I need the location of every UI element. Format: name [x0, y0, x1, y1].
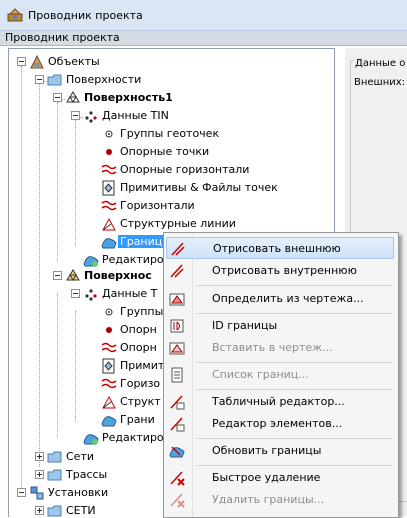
menu-item-table-editor[interactable]: Табличный редактор...	[166, 391, 394, 413]
tin-surface-icon	[66, 91, 80, 103]
boundary-icon	[101, 416, 117, 427]
tree-label: Грани	[120, 413, 155, 426]
menu-item-quick-delete[interactable]: Быстрое удаление	[166, 467, 394, 489]
refresh-boundaries-icon	[169, 446, 185, 458]
menu-item-element-editor[interactable]: Редактор элементов...	[166, 413, 394, 435]
tree-label: Структурные линии	[120, 217, 236, 230]
tin-data-icon	[85, 111, 97, 123]
window-title: Проводник проекта	[28, 9, 143, 22]
menu-item-boundary-list[interactable]: Список границ...	[166, 364, 394, 386]
tree-label: Объекты	[48, 55, 100, 68]
tree-label: Горизо	[120, 377, 161, 390]
tab-bar[interactable]: Проводник проекта	[0, 31, 407, 46]
title-bar: Проводник проекта	[0, 0, 407, 31]
primitive-file-icon	[102, 180, 115, 196]
tree-label: Опорные точки	[120, 145, 210, 158]
expander-surface1[interactable]	[53, 93, 62, 102]
external-label: Внешних:	[354, 77, 406, 88]
tree-label: Редактиро	[102, 431, 164, 444]
menu-item-draw-inner[interactable]: Отрисовать внутреннюю	[166, 260, 394, 282]
tree-label: Группы	[120, 305, 164, 318]
list-icon	[171, 367, 183, 383]
element-editor-icon	[170, 417, 185, 432]
tree-label: Поверхности	[66, 73, 142, 86]
tree-label: Горизонтали	[120, 199, 195, 212]
control-point-icon	[106, 327, 112, 333]
group-label: Данные о	[354, 58, 407, 69]
tree-label: Данные TIN	[102, 109, 169, 122]
draw-boundary-icon	[171, 242, 185, 256]
tree-label: Группы геоточек	[120, 127, 220, 140]
tree-label: Опорные горизонтали	[120, 163, 250, 176]
menu-item-define-from-drawing[interactable]: Определить из чертежа...	[166, 288, 394, 310]
expander-objects[interactable]	[17, 57, 26, 66]
tin-surface-icon	[66, 269, 80, 281]
expander-networks2[interactable]	[35, 506, 44, 515]
tree-label: Трассы	[66, 468, 108, 481]
menu-item-draw-outer[interactable]: Отрисовать внешнюю	[166, 237, 394, 259]
folder-icon	[47, 451, 62, 463]
tree-label: Поверхнос	[84, 269, 152, 282]
menu-item-boundary-id[interactable]: ID границы	[166, 315, 394, 337]
tin-data-icon	[85, 289, 97, 301]
menu-item-insert-into-drawing[interactable]: Вставить в чертеж...	[166, 337, 394, 359]
tree-label: Сети	[66, 450, 95, 463]
tree-label: Установки	[48, 486, 109, 499]
control-point-icon	[106, 149, 112, 155]
contour-icon	[101, 200, 117, 211]
project-explorer-icon	[7, 8, 23, 22]
draw-boundary-icon	[170, 264, 184, 278]
tree-label: Редактиро	[102, 253, 164, 266]
tree-label: Границ	[118, 235, 165, 248]
breakline-icon	[102, 217, 116, 231]
editor-icon	[83, 434, 99, 445]
expander-surfaces[interactable]	[35, 75, 44, 84]
tree-label: Поверхность1	[84, 91, 173, 104]
tree-label: СЕТИ	[66, 504, 96, 517]
tree-label: Данные T	[102, 287, 158, 300]
tree-label: Опорн	[120, 323, 157, 336]
boundary-icon	[101, 238, 117, 249]
contour-icon	[101, 342, 117, 353]
folder-icon	[47, 505, 62, 517]
define-from-drawing-icon	[169, 293, 185, 306]
expander-routes[interactable]	[35, 470, 44, 479]
folder-icon	[47, 469, 62, 481]
primitive-file-icon	[102, 358, 115, 374]
point-group-icon	[105, 308, 113, 316]
tree-label: Структ	[120, 395, 161, 408]
context-menu[interactable]: Отрисовать внешнюю Отрисовать внутреннюю…	[163, 232, 399, 518]
insert-icon	[169, 342, 185, 355]
table-editor-icon	[170, 395, 185, 410]
expander-settings[interactable]	[17, 488, 26, 497]
expander-networks[interactable]	[35, 452, 44, 461]
folder-icon	[47, 74, 62, 86]
settings-icon	[30, 486, 44, 500]
breakline-icon	[102, 395, 116, 409]
editor-icon	[83, 256, 99, 267]
id-icon	[170, 319, 184, 333]
contour-icon	[101, 378, 117, 389]
expander-tin-data2[interactable]	[71, 289, 80, 298]
tree-label: Опорн	[120, 341, 157, 354]
point-group-icon	[105, 130, 113, 138]
expander-tin-data[interactable]	[71, 111, 80, 120]
tree-label: Примитивы & Файлы точек	[120, 181, 278, 194]
tab-project-explorer[interactable]: Проводник проекта	[5, 31, 120, 44]
contour-icon	[101, 164, 117, 175]
expander-surface2[interactable]	[53, 271, 62, 280]
delete-boundaries-icon	[170, 493, 185, 508]
objects-icon	[30, 54, 44, 69]
menu-item-refresh-boundaries[interactable]: Обновить границы	[166, 440, 394, 462]
quick-delete-icon	[170, 471, 185, 486]
menu-item-delete-boundaries[interactable]: Удалить границы...	[166, 489, 394, 511]
